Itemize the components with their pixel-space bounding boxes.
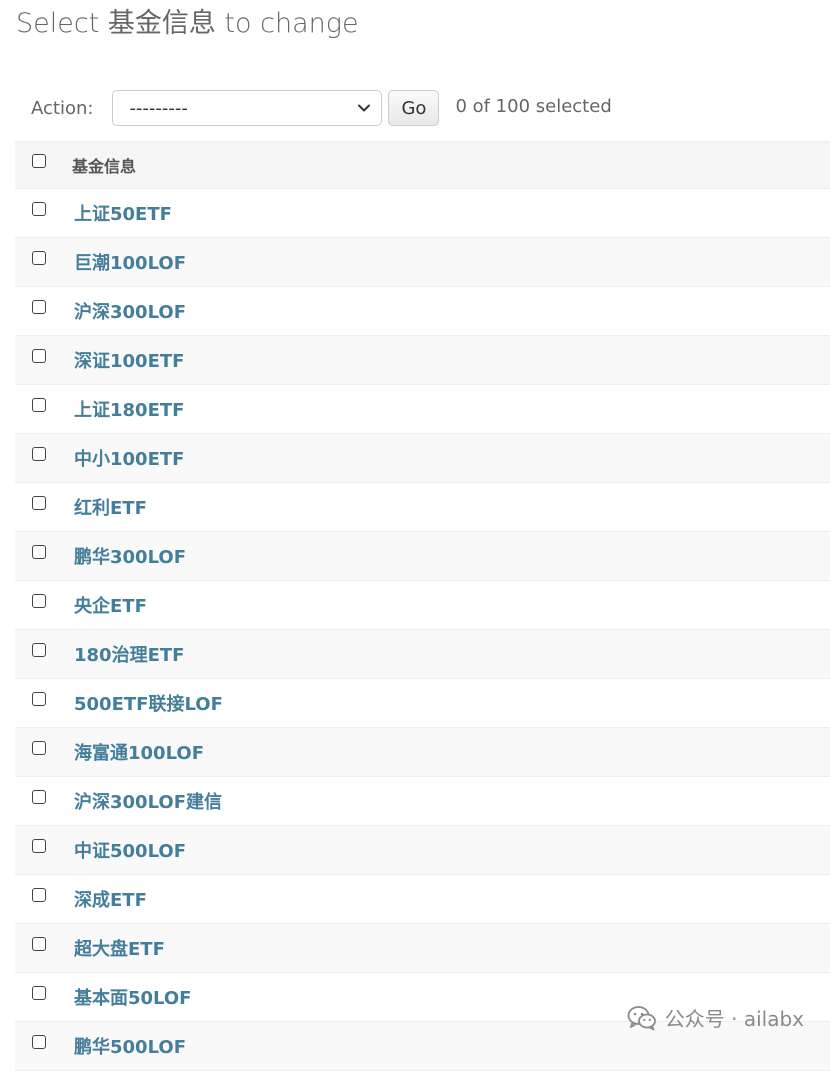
table-row: 沪深300LOF建信 xyxy=(15,777,830,826)
row-checkbox[interactable] xyxy=(32,447,46,461)
row-checkbox[interactable] xyxy=(32,251,46,265)
table-row: 红利ETF xyxy=(15,483,830,532)
table-body: 上证50ETF 巨潮100LOF 沪深300LOF 深证100ETF 上证180ETF 中… xyxy=(15,189,830,1071)
fund-link[interactable]: 沪深300LOF建信 xyxy=(74,788,222,814)
fund-link[interactable]: 上证50ETF xyxy=(74,200,172,226)
result-table: 基金信息 上证50ETF 巨潮100LOF 沪深300LOF 深证100ETF 上证18… xyxy=(15,141,830,1071)
row-checkbox[interactable] xyxy=(32,545,46,559)
row-checkbox[interactable] xyxy=(32,888,46,902)
fund-link[interactable]: 基本面50LOF xyxy=(74,984,191,1010)
chevron-down-icon xyxy=(358,104,371,112)
row-checkbox[interactable] xyxy=(32,937,46,951)
fund-link[interactable]: 180治理ETF xyxy=(74,641,184,667)
table-row: 超大盘ETF xyxy=(15,924,830,973)
fund-link[interactable]: 红利ETF xyxy=(74,494,147,520)
row-checkbox[interactable] xyxy=(32,986,46,1000)
table-row: 深证100ETF xyxy=(15,336,830,385)
watermark: 公众号 · ailabx xyxy=(627,1003,804,1032)
row-checkbox[interactable] xyxy=(32,839,46,853)
fund-link[interactable]: 深证100ETF xyxy=(74,347,184,373)
go-button[interactable]: Go xyxy=(388,90,440,126)
row-checkbox[interactable] xyxy=(32,741,46,755)
table-row: 深成ETF xyxy=(15,875,830,924)
action-select[interactable]: --------- xyxy=(112,90,383,126)
row-checkbox[interactable] xyxy=(32,496,46,510)
action-bar: Action: --------- Go 0 of 100 selected xyxy=(16,90,796,126)
fund-link[interactable]: 海富通100LOF xyxy=(74,739,204,765)
table-row: 上证50ETF xyxy=(15,189,830,238)
table-header: 基金信息 xyxy=(15,141,830,189)
row-checkbox[interactable] xyxy=(32,692,46,706)
selection-counter: 0 of 100 selected xyxy=(455,95,612,117)
fund-link[interactable]: 鹏华300LOF xyxy=(74,543,186,569)
fund-link[interactable]: 巨潮100LOF xyxy=(74,249,186,275)
row-checkbox[interactable] xyxy=(32,643,46,657)
row-checkbox[interactable] xyxy=(32,790,46,804)
action-label: Action: xyxy=(31,97,94,119)
fund-link[interactable]: 沪深300LOF xyxy=(74,298,186,324)
table-row: 中证500LOF xyxy=(15,826,830,875)
select-all-checkbox[interactable] xyxy=(32,154,46,168)
watermark-text: 公众号 · ailabx xyxy=(664,1007,804,1031)
table-row: 中小100ETF xyxy=(15,434,830,483)
column-header-fund-info[interactable]: 基金信息 xyxy=(72,153,136,177)
table-row: 海富通100LOF xyxy=(15,728,830,777)
table-row: 500ETF联接LOF xyxy=(15,679,830,728)
fund-link[interactable]: 中证500LOF xyxy=(74,837,186,863)
fund-link[interactable]: 上证180ETF xyxy=(74,396,184,422)
fund-link[interactable]: 超大盘ETF xyxy=(74,935,165,961)
fund-link[interactable]: 深成ETF xyxy=(74,886,147,912)
table-row: 沪深300LOF xyxy=(15,287,830,336)
table-row: 上证180ETF xyxy=(15,385,830,434)
row-checkbox[interactable] xyxy=(32,349,46,363)
wechat-icon xyxy=(627,1005,656,1030)
table-row: 央企ETF xyxy=(15,581,830,630)
row-checkbox[interactable] xyxy=(32,1035,46,1049)
row-checkbox[interactable] xyxy=(32,300,46,314)
row-checkbox[interactable] xyxy=(32,398,46,412)
table-row: 180治理ETF xyxy=(15,630,830,679)
fund-link[interactable]: 500ETF联接LOF xyxy=(74,690,223,716)
row-checkbox[interactable] xyxy=(32,202,46,216)
table-row: 巨潮100LOF xyxy=(15,238,830,287)
fund-link[interactable]: 央企ETF xyxy=(74,592,147,618)
row-checkbox[interactable] xyxy=(32,594,46,608)
fund-link[interactable]: 鹏华500LOF xyxy=(74,1033,186,1059)
table-row: 鹏华300LOF xyxy=(15,532,830,581)
page-title: Select 基金信息 to change xyxy=(16,8,359,39)
action-select-value: --------- xyxy=(129,97,188,119)
fund-link[interactable]: 中小100ETF xyxy=(74,445,184,471)
